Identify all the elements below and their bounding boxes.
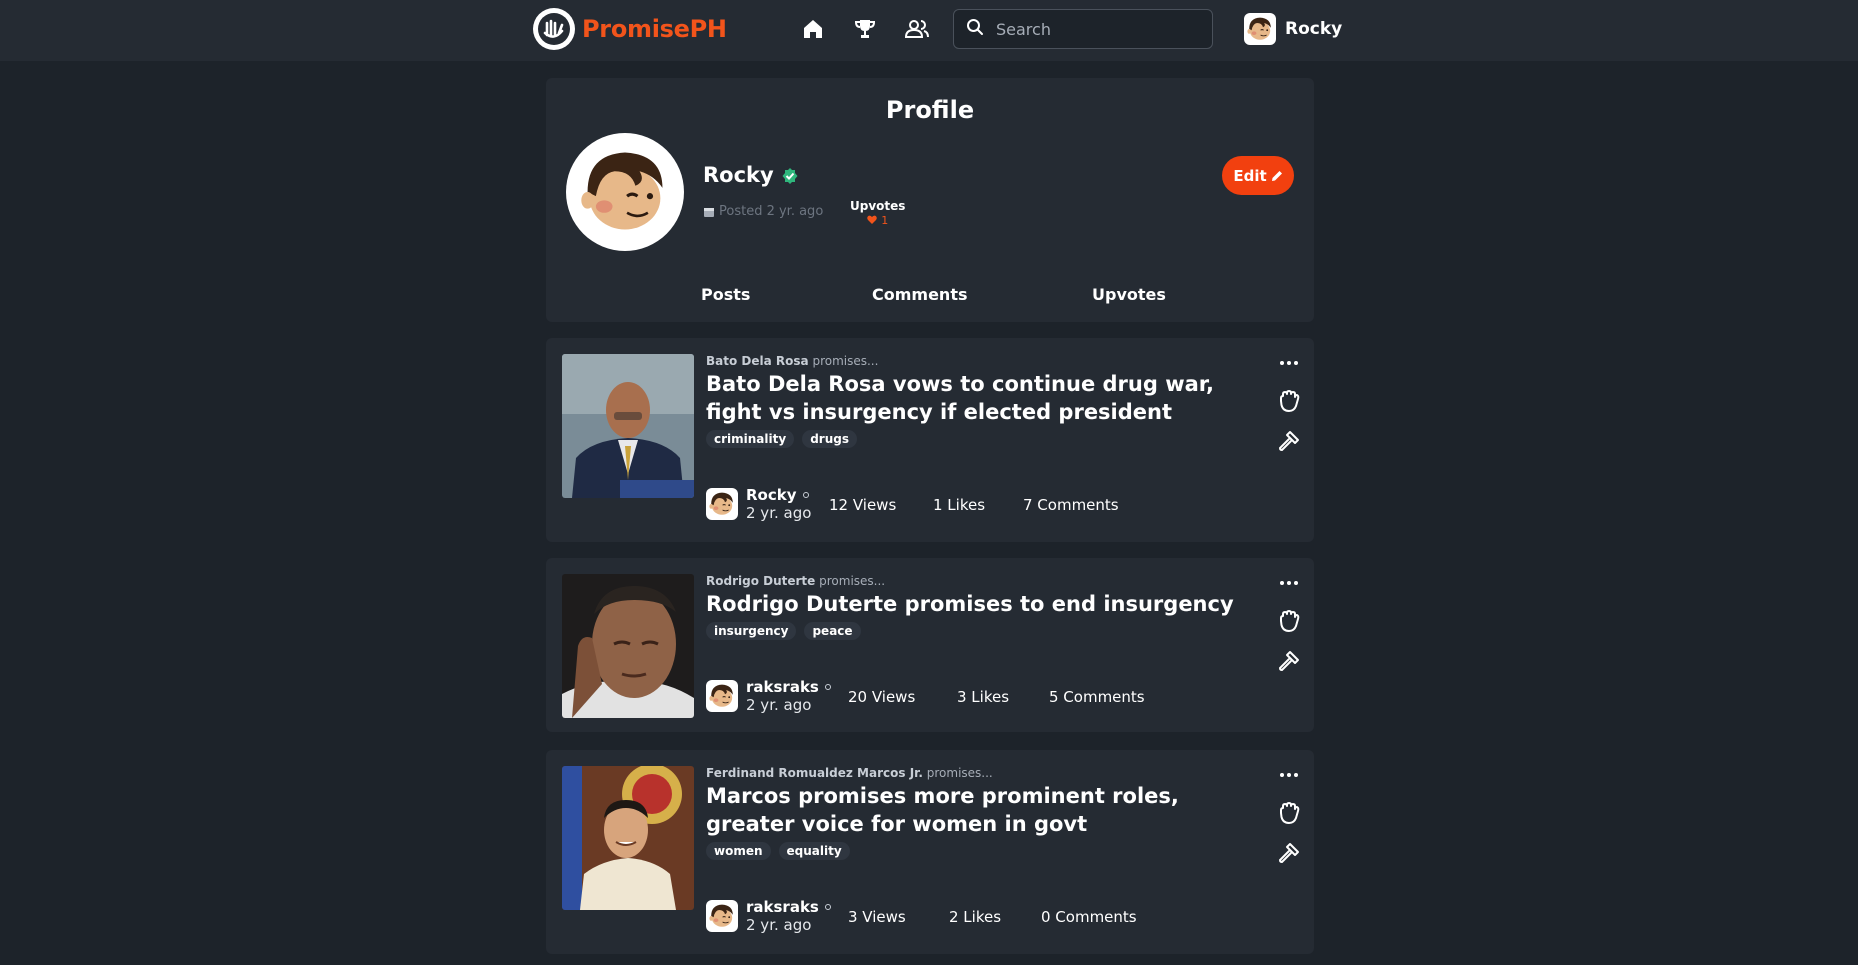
- author-avatar: [706, 680, 738, 712]
- upvotes-value: 1: [850, 214, 905, 227]
- post-tags: insurgency peace: [706, 622, 861, 640]
- profile-avatar: [566, 133, 684, 251]
- tag[interactable]: equality: [778, 842, 850, 860]
- gavel-icon[interactable]: [1274, 426, 1304, 456]
- profile-name: Rocky: [703, 163, 774, 187]
- post-card[interactable]: Ferdinand Romualdez Marcos Jr. promises.…: [546, 750, 1314, 954]
- more-options-icon[interactable]: [1274, 760, 1304, 790]
- status-dot-icon: [802, 492, 809, 498]
- tag[interactable]: women: [706, 842, 771, 860]
- user-name: Rocky: [1285, 19, 1343, 39]
- likes-count: 3 Likes: [957, 688, 1010, 706]
- post-tags: women equality: [706, 842, 850, 860]
- user-menu[interactable]: Rocky: [1244, 13, 1342, 45]
- post-byline: Bato Dela Rosa promises...: [706, 354, 878, 368]
- search-bar[interactable]: [953, 9, 1213, 49]
- author-name-row: Rocky: [746, 486, 811, 504]
- upvotes-count: 1: [881, 214, 889, 227]
- post-thumbnail[interactable]: [562, 354, 694, 498]
- post-thumbnail[interactable]: [562, 574, 694, 718]
- comments-count[interactable]: 5 Comments: [1049, 688, 1145, 706]
- likes-count: 1 Likes: [933, 496, 986, 514]
- heart-icon: [867, 214, 877, 227]
- brand-name: PromisePH: [582, 15, 727, 43]
- status-dot-icon: [824, 904, 831, 910]
- profile-name-row: Rocky: [703, 163, 799, 187]
- author-name: raksraks: [746, 678, 819, 696]
- tag[interactable]: peace: [804, 622, 861, 640]
- gavel-icon[interactable]: [1274, 838, 1304, 868]
- upvotes-summary: Upvotes 1: [850, 199, 905, 227]
- author-avatar: [706, 488, 738, 520]
- author-name-row: raksraks: [746, 678, 831, 696]
- tab-upvotes[interactable]: Upvotes: [1092, 285, 1166, 304]
- post-age: 2 yr. ago: [746, 504, 812, 522]
- author-avatar: [706, 900, 738, 932]
- hand-icon[interactable]: [1274, 606, 1304, 636]
- post-title[interactable]: Rodrigo Duterte promises to end insurgen…: [706, 590, 1246, 618]
- hand-icon[interactable]: [1274, 386, 1304, 416]
- users-icon[interactable]: [904, 16, 930, 42]
- tag[interactable]: insurgency: [706, 622, 797, 640]
- post-title[interactable]: Marcos promises more prominent roles, gr…: [706, 782, 1246, 838]
- edit-profile-button[interactable]: Edit: [1222, 156, 1294, 195]
- politician-name[interactable]: Ferdinand Romualdez Marcos Jr.: [706, 766, 923, 780]
- post-age: 2 yr. ago: [746, 696, 812, 714]
- top-navbar: PromisePH Rocky: [0, 0, 1858, 61]
- promises-word: promises...: [926, 766, 993, 780]
- tab-comments[interactable]: Comments: [872, 285, 968, 304]
- post-author[interactable]: raksraks 2 yr. ago: [706, 678, 831, 714]
- profile-tabs: Posts Comments Upvotes: [546, 285, 1314, 309]
- verified-icon: [781, 166, 799, 184]
- brand-logo[interactable]: PromisePH: [533, 8, 727, 50]
- post-card[interactable]: Rodrigo Duterte promises... Rodrigo Dute…: [546, 558, 1314, 732]
- post-author[interactable]: Rocky 2 yr. ago: [706, 486, 811, 522]
- post-card[interactable]: Bato Dela Rosa promises... Bato Dela Ros…: [546, 338, 1314, 542]
- user-avatar: [1244, 13, 1276, 45]
- views-count: 12 Views: [829, 496, 897, 514]
- upvotes-label: Upvotes: [850, 199, 906, 213]
- promises-word: promises...: [812, 354, 879, 368]
- views-count: 20 Views: [848, 688, 916, 706]
- tag[interactable]: criminality: [706, 430, 795, 448]
- profile-card: Profile Rocky Posted 2 yr. ago Upvotes 1…: [546, 78, 1314, 322]
- more-options-icon[interactable]: [1274, 348, 1304, 378]
- home-icon[interactable]: [800, 16, 826, 42]
- author-name: Rocky: [746, 486, 797, 504]
- search-icon: [966, 18, 984, 40]
- tag[interactable]: drugs: [802, 430, 857, 448]
- comments-count[interactable]: 0 Comments: [1041, 908, 1137, 926]
- tab-posts[interactable]: Posts: [701, 285, 750, 304]
- search-input[interactable]: [996, 19, 1196, 39]
- posted-text: Posted 2 yr. ago: [719, 204, 824, 219]
- views-count: 3 Views: [848, 908, 906, 926]
- calendar-icon: [703, 206, 715, 218]
- politician-name[interactable]: Bato Dela Rosa: [706, 354, 809, 368]
- promises-word: promises...: [819, 574, 886, 588]
- post-thumbnail[interactable]: [562, 766, 694, 910]
- trophy-icon[interactable]: [852, 16, 878, 42]
- status-dot-icon: [824, 684, 831, 690]
- post-tags: criminality drugs: [706, 430, 857, 448]
- author-name-row: raksraks: [746, 898, 831, 916]
- hand-icon[interactable]: [1274, 798, 1304, 828]
- post-age: 2 yr. ago: [746, 916, 812, 934]
- post-author[interactable]: raksraks 2 yr. ago: [706, 898, 831, 934]
- page-title: Profile: [885, 96, 975, 124]
- likes-count: 2 Likes: [949, 908, 1002, 926]
- post-byline: Ferdinand Romualdez Marcos Jr. promises.…: [706, 766, 993, 780]
- post-title[interactable]: Bato Dela Rosa vows to continue drug war…: [706, 370, 1246, 426]
- politician-name[interactable]: Rodrigo Duterte: [706, 574, 815, 588]
- post-byline: Rodrigo Duterte promises...: [706, 574, 885, 588]
- posted-date: Posted 2 yr. ago: [703, 204, 823, 219]
- comments-count[interactable]: 7 Comments: [1023, 496, 1119, 514]
- more-options-icon[interactable]: [1274, 568, 1304, 598]
- edit-label: Edit: [1233, 166, 1267, 185]
- author-name: raksraks: [746, 898, 819, 916]
- gavel-icon[interactable]: [1274, 646, 1304, 676]
- brand-logo-icon: [533, 8, 575, 50]
- pencil-icon: [1271, 170, 1283, 182]
